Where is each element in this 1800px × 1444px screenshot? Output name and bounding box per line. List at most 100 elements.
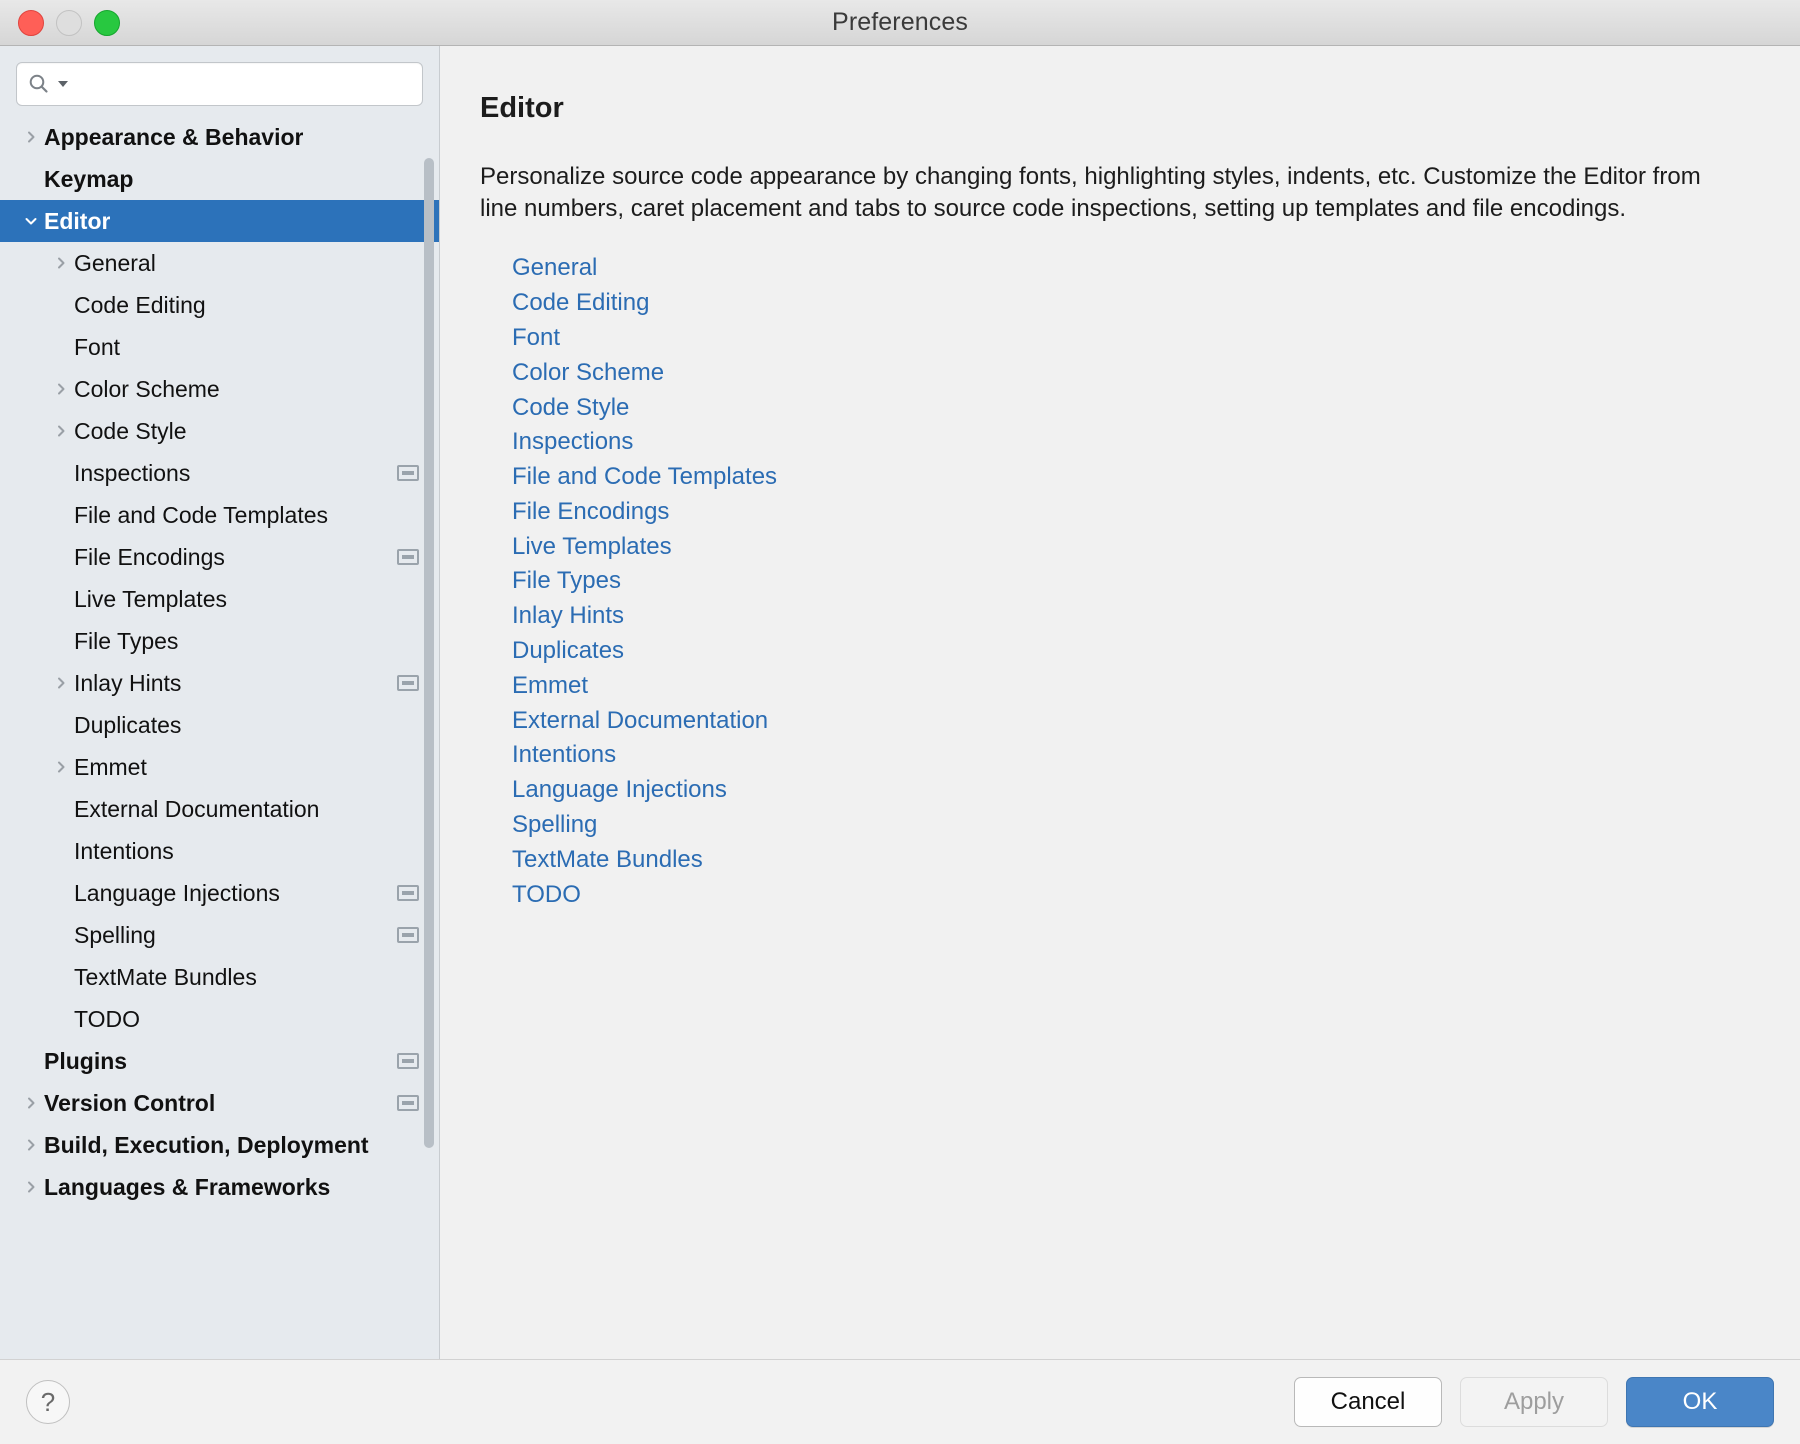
search-input[interactable] (77, 72, 412, 96)
settings-link-textmate-bundles[interactable]: TextMate Bundles (512, 843, 703, 878)
settings-link-code-editing[interactable]: Code Editing (512, 286, 649, 321)
sidebar-item-editor[interactable]: Editor (0, 200, 439, 242)
settings-link-duplicates[interactable]: Duplicates (512, 634, 624, 669)
sidebar-item-color-scheme[interactable]: Color Scheme (0, 368, 439, 410)
dialog-body: Appearance & Behavior Keymap Editor General… (0, 46, 1800, 1360)
sidebar-item-file-and-code-templates[interactable]: File and Code Templates (0, 494, 439, 536)
settings-link-language-injections[interactable]: Language Injections (512, 773, 727, 808)
settings-link-todo[interactable]: TODO (512, 878, 581, 913)
settings-link-spelling[interactable]: Spelling (512, 808, 597, 843)
sidebar-item-label: File Types (74, 627, 179, 654)
sidebar-item-plugins[interactable]: Plugins (0, 1040, 439, 1082)
project-scope-icon (397, 675, 419, 691)
sidebar-item-spelling[interactable]: Spelling (0, 914, 439, 956)
sidebar-item-label: Appearance & Behavior (44, 123, 304, 150)
chevron-right-icon[interactable] (48, 255, 74, 271)
settings-link-general[interactable]: General (512, 251, 597, 286)
dialog-footer: ? Cancel Apply OK (0, 1360, 1800, 1444)
apply-button[interactable]: Apply (1460, 1377, 1608, 1427)
chevron-right-icon[interactable] (48, 675, 74, 691)
sidebar-item-intentions[interactable]: Intentions (0, 830, 439, 872)
chevron-right-icon[interactable] (18, 1179, 44, 1195)
sidebar-item-keymap[interactable]: Keymap (0, 158, 439, 200)
sidebar-item-code-editing[interactable]: Code Editing (0, 284, 439, 326)
sidebar-item-label: Live Templates (74, 585, 227, 612)
sidebar-item-inlay-hints[interactable]: Inlay Hints (0, 662, 439, 704)
sidebar-item-textmate-bundles[interactable]: TextMate Bundles (0, 956, 439, 998)
sidebar-item-label: Inlay Hints (74, 669, 182, 696)
project-scope-icon (397, 1095, 419, 1111)
settings-link-external-documentation[interactable]: External Documentation (512, 704, 768, 739)
sidebar-item-emmet[interactable]: Emmet (0, 746, 439, 788)
chevron-right-icon[interactable] (48, 381, 74, 397)
settings-link-live-templates[interactable]: Live Templates (512, 530, 672, 565)
sidebar-item-appearance-behavior[interactable]: Appearance & Behavior (0, 116, 439, 158)
settings-link-file-and-code-templates[interactable]: File and Code Templates (512, 460, 777, 495)
sidebar-item-font[interactable]: Font (0, 326, 439, 368)
sidebar-item-languages-frameworks[interactable]: Languages & Frameworks (0, 1166, 439, 1208)
minimize-button[interactable] (56, 10, 82, 36)
chevron-right-icon[interactable] (18, 1095, 44, 1111)
zoom-button[interactable] (94, 10, 120, 36)
sidebar-item-label: External Documentation (74, 795, 320, 822)
sidebar-item-general[interactable]: General (0, 242, 439, 284)
sidebar-item-duplicates[interactable]: Duplicates (0, 704, 439, 746)
project-scope-icon (397, 1053, 419, 1069)
sidebar-item-label: Inspections (74, 459, 191, 486)
settings-link-emmet[interactable]: Emmet (512, 669, 588, 704)
chevron-right-icon[interactable] (48, 423, 74, 439)
chevron-right-icon[interactable] (18, 1137, 44, 1153)
chevron-down-icon[interactable] (18, 213, 44, 229)
sidebar-item-label: TextMate Bundles (74, 963, 257, 990)
close-button[interactable] (18, 10, 44, 36)
settings-link-intentions[interactable]: Intentions (512, 738, 616, 773)
settings-link-file-encodings[interactable]: File Encodings (512, 495, 669, 530)
settings-link-font[interactable]: Font (512, 321, 560, 356)
sidebar-item-file-encodings[interactable]: File Encodings (0, 536, 439, 578)
cancel-button[interactable]: Cancel (1294, 1377, 1442, 1427)
sidebar-item-inspections[interactable]: Inspections (0, 452, 439, 494)
settings-link-code-style[interactable]: Code Style (512, 391, 629, 426)
sidebar-item-label: File Encodings (74, 543, 225, 570)
sidebar-item-label: Language Injections (74, 879, 280, 906)
sidebar-item-label: Build, Execution, Deployment (44, 1131, 369, 1158)
sidebar-item-todo[interactable]: TODO (0, 998, 439, 1040)
sidebar-item-label: TODO (74, 1005, 141, 1032)
sidebar-item-label: Spelling (74, 921, 156, 948)
sidebar-item-label: General (74, 249, 156, 276)
footer-actions: Cancel Apply OK (1294, 1377, 1774, 1427)
sidebar-item-label: Code Editing (74, 291, 206, 318)
settings-link-file-types[interactable]: File Types (512, 564, 621, 599)
page-description: Personalize source code appearance by ch… (480, 163, 1701, 223)
sidebar-item-file-types[interactable]: File Types (0, 620, 439, 662)
triangle-down-icon[interactable] (57, 78, 69, 90)
sidebar-scrollbar-thumb[interactable] (424, 158, 434, 1148)
title-bar: Preferences (0, 0, 1800, 46)
settings-tree: Appearance & Behavior Keymap Editor General… (0, 116, 439, 1208)
chevron-right-icon[interactable] (18, 129, 44, 145)
settings-link-inlay-hints[interactable]: Inlay Hints (512, 599, 624, 634)
project-scope-icon (397, 885, 419, 901)
sidebar-item-label: Code Style (74, 417, 187, 444)
sidebar-item-external-documentation[interactable]: External Documentation (0, 788, 439, 830)
sidebar-item-label: Color Scheme (74, 375, 220, 402)
settings-sidebar: Appearance & Behavior Keymap Editor General… (0, 46, 440, 1359)
ok-button[interactable]: OK (1626, 1377, 1774, 1427)
sidebar-item-label: Languages & Frameworks (44, 1173, 331, 1200)
sidebar-item-label: Plugins (44, 1047, 128, 1074)
sidebar-item-label: Duplicates (74, 711, 182, 738)
sidebar-item-code-style[interactable]: Code Style (0, 410, 439, 452)
project-scope-icon (397, 549, 419, 565)
sidebar-item-label: Editor (44, 207, 111, 234)
sidebar-item-language-injections[interactable]: Language Injections (0, 872, 439, 914)
chevron-right-icon[interactable] (48, 759, 74, 775)
settings-link-color-scheme[interactable]: Color Scheme (512, 356, 664, 391)
traffic-lights (18, 0, 120, 46)
sidebar-item-build-execution-deployment[interactable]: Build, Execution, Deployment (0, 1124, 439, 1166)
settings-link-inspections[interactable]: Inspections (512, 425, 633, 460)
help-button[interactable]: ? (26, 1380, 70, 1424)
search-field[interactable] (16, 62, 423, 106)
sidebar-item-live-templates[interactable]: Live Templates (0, 578, 439, 620)
sidebar-item-version-control[interactable]: Version Control (0, 1082, 439, 1124)
project-scope-icon (397, 465, 419, 481)
